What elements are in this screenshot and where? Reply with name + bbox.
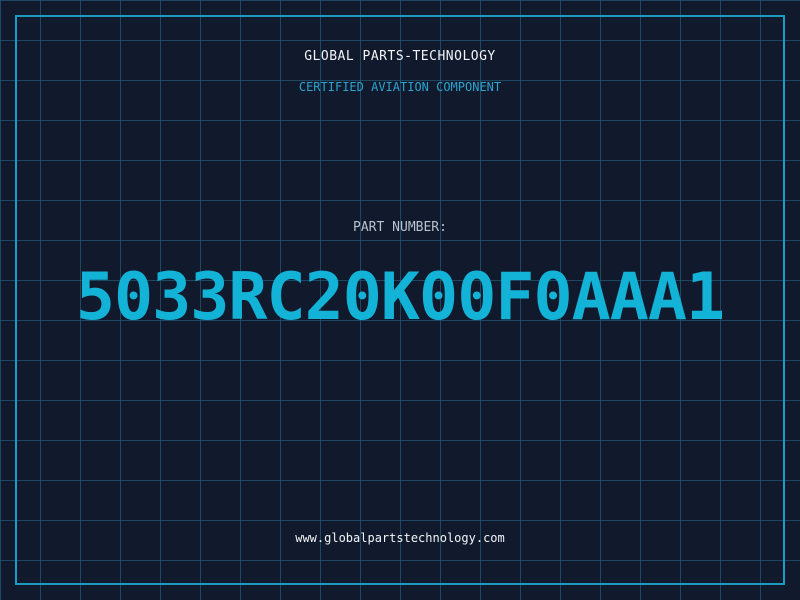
company-name: GLOBAL PARTS-TECHNOLOGY [304, 49, 496, 64]
certification-tagline: CERTIFIED AVIATION COMPONENT [298, 80, 502, 94]
part-number-label: PART NUMBER: [353, 220, 447, 235]
label-canvas: GLOBAL PARTS-TECHNOLOGY CERTIFIED AVIATI… [0, 0, 800, 600]
part-number-value: 5033RC20K00F0AAA1 [75, 260, 725, 335]
website-url: www.globalpartstechnology.com [295, 531, 505, 545]
